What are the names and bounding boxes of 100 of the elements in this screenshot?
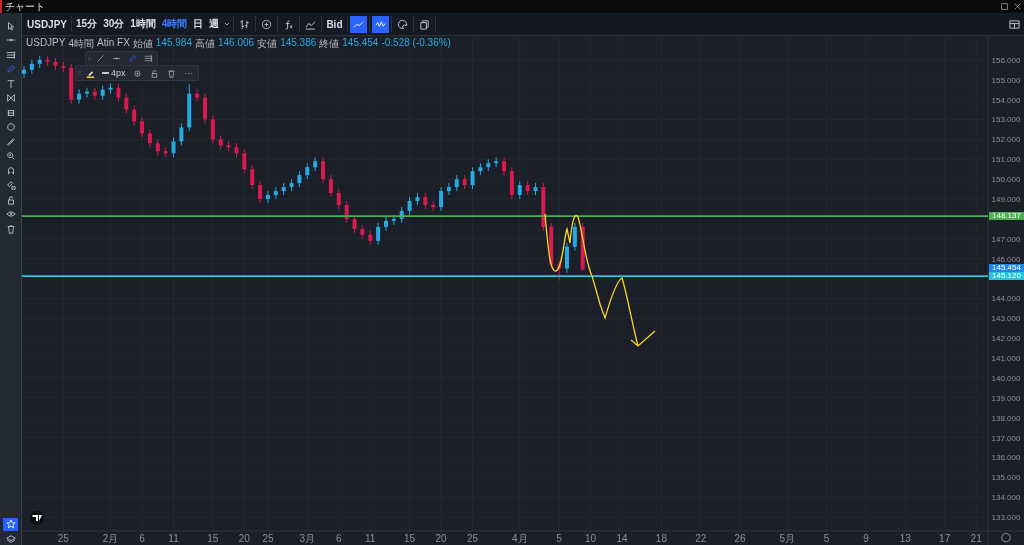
price-label: 155.000 (991, 75, 1021, 85)
price-label: 133.000 (991, 513, 1021, 523)
unlock-icon[interactable] (149, 68, 159, 78)
date-label: 26 (734, 533, 746, 544)
window-title: チャート (5, 0, 46, 13)
candlestick (140, 117, 145, 138)
candlestick (258, 181, 263, 203)
interval-button[interactable]: 15分 (74, 15, 100, 33)
interval-button[interactable]: 4時間 (159, 15, 190, 33)
price-label: 144.000 (991, 294, 1021, 304)
candlestick (226, 141, 231, 152)
freehand-drawing[interactable] (544, 213, 656, 347)
candlestick (321, 157, 326, 184)
interval-button[interactable]: 1時間 (128, 15, 158, 33)
candlestick (572, 222, 577, 251)
legend-field-label: 始値 (132, 37, 153, 51)
date-label: 14 (616, 533, 628, 544)
star-icon[interactable] (3, 517, 18, 531)
candlestick (549, 222, 554, 269)
maximize-icon[interactable] (1001, 3, 1008, 10)
date-label: 13 (899, 533, 911, 544)
candlestick (541, 183, 546, 231)
legend-field-label: 高値 (194, 37, 215, 51)
price-label: 147.000 (991, 234, 1021, 244)
layout-icon[interactable] (1009, 18, 1020, 30)
price-label: 134.000 (991, 493, 1021, 503)
line-chart-icon[interactable] (349, 15, 367, 33)
close-icon[interactable] (1014, 3, 1021, 10)
candlestick (509, 167, 514, 199)
caret-icon[interactable] (223, 20, 232, 28)
price-tag: 148.137 (989, 212, 1024, 221)
date-label: 15 (404, 533, 416, 544)
date-label: 10 (585, 533, 597, 544)
legend-change: -0.528 (-0.36%) (381, 37, 451, 50)
date-label: 6 (139, 533, 145, 544)
settings-icon[interactable] (132, 68, 142, 78)
price-label: 142.000 (991, 334, 1021, 344)
legend-field-label: 安値 (257, 37, 278, 51)
candlestick (486, 159, 491, 172)
price-label: 156.000 (991, 55, 1021, 65)
price-label: 149.000 (991, 195, 1021, 204)
candlestick (116, 83, 121, 102)
date-label: 9 (863, 533, 869, 544)
candlestick (69, 63, 74, 104)
candlestick (84, 87, 89, 98)
interval-button[interactable]: 日 (191, 15, 206, 33)
candlestick (171, 137, 176, 158)
trash-icon[interactable] (166, 68, 176, 78)
candlestick (517, 181, 522, 199)
date-label: 25 (467, 533, 479, 544)
candlestick (328, 175, 333, 197)
price-label: 154.000 (991, 95, 1021, 105)
candlestick (155, 139, 160, 156)
date-label: 25 (262, 533, 274, 544)
candlestick (187, 83, 192, 132)
date-label: 5 (823, 533, 830, 544)
logo-icon[interactable] (30, 511, 44, 525)
settings-icon[interactable] (1001, 532, 1011, 543)
date-label: 17 (939, 533, 951, 544)
symbol-button[interactable]: USDJPY (25, 16, 69, 32)
candlestick (502, 157, 506, 176)
wave-chart-icon[interactable] (371, 15, 389, 33)
line-width-button[interactable]: 4px (100, 68, 128, 78)
candlestick (391, 214, 396, 225)
price-label: 152.000 (991, 135, 1021, 145)
date-label: 18 (655, 533, 667, 544)
price-label: 150.000 (991, 175, 1021, 185)
price-label: 139.000 (991, 393, 1021, 403)
candlestick (494, 157, 499, 168)
price-label: 151.000 (991, 155, 1021, 165)
legend-field-label: 終値 (319, 37, 340, 51)
date-label: 21 (970, 533, 982, 544)
candlestick (407, 197, 412, 215)
price-source-button[interactable]: Bid (324, 16, 345, 32)
candlestick (305, 163, 310, 180)
date-label: 6 (336, 533, 342, 544)
candlestick (281, 183, 286, 196)
legend-field-value: 145.386 (280, 37, 317, 50)
interval-button[interactable]: 30分 (101, 15, 127, 33)
candlestick (557, 260, 562, 281)
price-label: 136.000 (991, 453, 1021, 463)
candlestick (265, 191, 270, 203)
layers-icon[interactable] (3, 532, 18, 545)
candlestick (289, 179, 294, 192)
candlestick (478, 163, 483, 176)
candlestick (431, 201, 436, 211)
price-label: 137.000 (991, 433, 1021, 443)
price-label: 140.000 (991, 373, 1021, 383)
candlestick (108, 83, 113, 94)
date-label: 20 (238, 533, 250, 544)
date-label: 5月 (779, 533, 796, 544)
candlestick (179, 123, 184, 146)
candlestick (273, 187, 278, 199)
price-label: 138.000 (991, 413, 1021, 423)
price-tag: 145.454 (989, 264, 1024, 272)
date-label: 4月 (511, 533, 528, 544)
date-label: 5 (556, 533, 562, 544)
price-label: 146.000 (991, 254, 1021, 264)
date-label: 25 (57, 533, 69, 544)
interval-button[interactable]: 週 (207, 15, 222, 33)
